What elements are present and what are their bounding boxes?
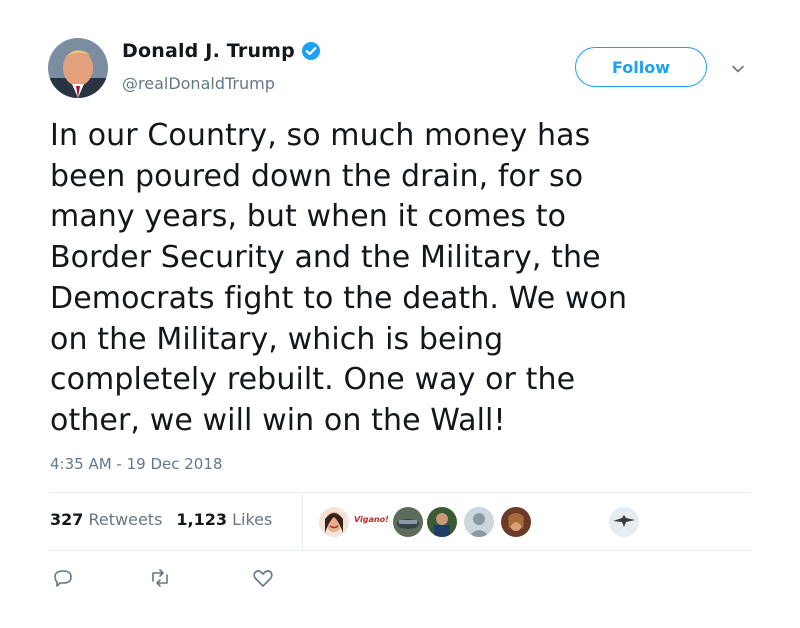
tweet-line: many years, but when it comes to <box>50 199 567 235</box>
stats-bottom-divider <box>50 550 750 551</box>
likes-count: 1,123 <box>176 510 228 529</box>
retweets-count: 327 <box>50 510 84 529</box>
reply-icon[interactable] <box>51 566 75 590</box>
verified-badge-icon <box>301 41 321 61</box>
retweet-icon[interactable] <box>148 566 172 590</box>
liker-avatar[interactable] <box>500 506 532 538</box>
display-name[interactable]: Donald J. Trump <box>122 40 321 62</box>
tweet-line: been poured down the drain, for so <box>50 158 584 194</box>
tweet-line: Border Security and the Military, the <box>50 240 601 276</box>
liker-avatar[interactable] <box>392 506 424 538</box>
follow-button[interactable]: Follow <box>575 47 707 87</box>
avatar[interactable] <box>48 38 108 98</box>
retweets-stat[interactable]: 327 Retweets <box>50 510 162 529</box>
likes-label: Likes <box>232 510 273 529</box>
chevron-down-icon[interactable] <box>731 61 745 75</box>
tweet-line: Democrats fight to the death. We won <box>50 280 628 316</box>
liker-avatar[interactable] <box>463 506 495 538</box>
tweet-line: In our Country, so much money has <box>50 118 591 153</box>
user-handle[interactable]: @realDonaldTrump <box>122 74 275 93</box>
like-icon[interactable] <box>251 566 275 590</box>
profile-photo <box>48 38 108 98</box>
stats-vertical-divider <box>302 493 303 550</box>
retweets-label: Retweets <box>88 510 163 529</box>
engagement-stats: 327 Retweets 1,123 Likes <box>50 510 272 529</box>
tweet-line: on the Military, which is being <box>50 321 504 357</box>
liker-avatar[interactable] <box>318 506 350 538</box>
display-name-text: Donald J. Trump <box>122 40 295 62</box>
tweet-line: completely rebuilt. One way or the <box>50 362 576 398</box>
liker-avatar[interactable] <box>608 506 640 538</box>
liker-avatar[interactable] <box>426 506 458 538</box>
tweet-text: In our Country, so much money has been p… <box>50 116 750 442</box>
stats-top-divider <box>50 492 750 493</box>
likes-stat[interactable]: 1,123 Likes <box>176 510 272 529</box>
liker-name-label: Vigano! <box>354 515 389 524</box>
tweet-timestamp[interactable]: 4:35 AM - 19 Dec 2018 <box>50 455 222 473</box>
tweet-line: other, we will win on the Wall! <box>50 402 506 438</box>
